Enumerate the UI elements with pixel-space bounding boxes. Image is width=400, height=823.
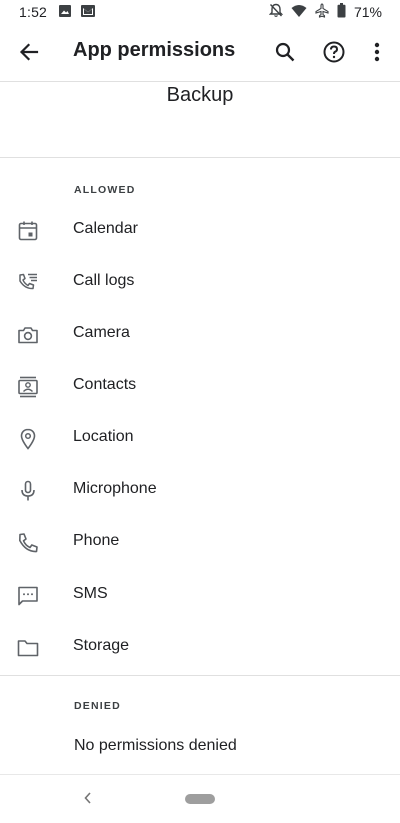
permission-item-calendar[interactable]: Calendar xyxy=(0,205,400,257)
location-icon xyxy=(20,428,36,450)
permission-item-contacts[interactable]: Contacts xyxy=(0,361,400,413)
gmail-icon xyxy=(80,4,96,21)
folder-icon xyxy=(17,640,39,657)
app-name: Backup xyxy=(166,84,234,106)
divider xyxy=(0,675,400,676)
page-title: App permissions xyxy=(73,39,236,61)
wifi-icon xyxy=(291,4,307,21)
allowed-header: ALLOWED xyxy=(74,184,136,196)
permission-label: Camera xyxy=(73,324,130,341)
home-pill-icon[interactable] xyxy=(185,794,215,804)
divider xyxy=(0,157,400,158)
permission-item-phone[interactable]: Phone xyxy=(0,517,400,569)
sms-icon xyxy=(18,586,38,606)
status-time: 1:52 xyxy=(19,4,48,20)
camera-icon xyxy=(18,327,38,344)
nav-back-icon xyxy=(84,792,91,804)
help-icon xyxy=(323,41,345,63)
no-permissions-denied-text: No permissions denied xyxy=(74,737,237,754)
help-button[interactable] xyxy=(319,37,349,67)
permission-item-camera[interactable]: Camera xyxy=(0,309,400,361)
more-options-button[interactable] xyxy=(362,37,392,67)
permission-item-microphone[interactable]: Microphone xyxy=(0,465,400,517)
notifications-off-icon xyxy=(268,3,284,21)
permission-label: Calendar xyxy=(73,220,138,237)
calendar-icon xyxy=(18,221,38,241)
permission-label: Storage xyxy=(73,637,130,654)
more-vert-icon xyxy=(374,42,380,62)
permission-item-call-logs[interactable]: Call logs xyxy=(0,257,400,309)
arrow-back-icon xyxy=(19,43,39,61)
battery-percent: 71% xyxy=(353,4,382,20)
permission-item-storage[interactable]: Storage xyxy=(0,622,400,674)
status-left-icons xyxy=(58,4,96,21)
microphone-icon xyxy=(21,480,35,501)
battery-icon xyxy=(337,3,346,21)
permission-label: Location xyxy=(73,428,134,445)
status-right: 71% xyxy=(268,3,382,21)
toolbar: App permissions xyxy=(0,24,400,82)
permission-item-location[interactable]: Location xyxy=(0,413,400,465)
search-button[interactable] xyxy=(270,37,300,67)
status-bar: 1:52 71% xyxy=(0,0,400,24)
permission-item-sms[interactable]: SMS xyxy=(0,570,400,622)
back-button[interactable] xyxy=(14,37,44,67)
call-log-icon xyxy=(19,273,37,290)
navigation-bar xyxy=(0,774,400,823)
contacts-icon xyxy=(18,376,38,398)
search-icon xyxy=(275,42,295,62)
permission-label: Call logs xyxy=(73,272,135,289)
nav-back-button[interactable] xyxy=(80,789,96,812)
permission-label: Phone xyxy=(73,532,120,549)
permission-label: SMS xyxy=(73,585,108,602)
phone-icon xyxy=(19,533,38,553)
denied-header: DENIED xyxy=(74,700,121,712)
airplane-icon xyxy=(315,3,329,21)
permission-label: Microphone xyxy=(73,480,157,497)
permission-label: Contacts xyxy=(73,376,137,393)
image-icon xyxy=(58,4,72,21)
